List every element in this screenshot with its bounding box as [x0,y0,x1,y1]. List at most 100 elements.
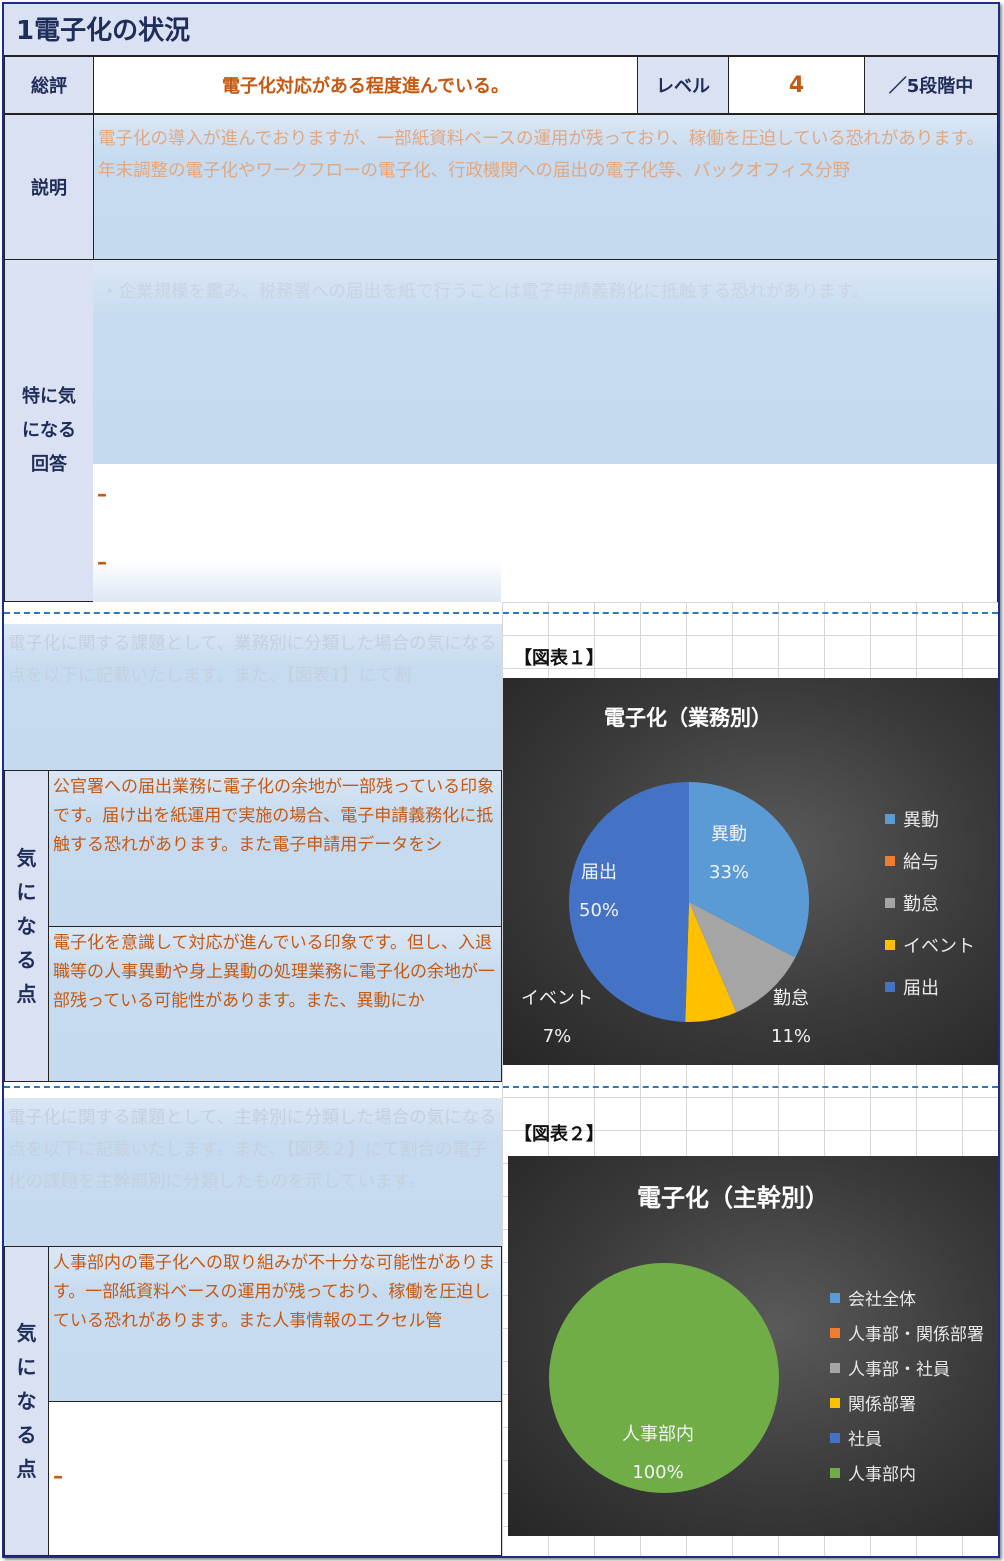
data-label: 勤怠 11% [771,980,811,1056]
owner-intro-text: 電子化に関する課題として、主幹別に分類した場合の気になる点を以下に記載いたします… [8,1108,497,1192]
legend-label: 会社全体 [848,1290,916,1310]
legend-label: イベント [903,936,975,957]
explanation-text: 電子化の導入が進んでおりますが、一部紙資料ベースの運用が残っており、稼働を圧迫し… [98,129,985,181]
data-label: 異動 33% [709,816,749,892]
level-label: レベル [637,56,729,114]
notable-answer-1-text: ・企業規模を鑑み、税務署への届出を紙で行うことは電子申請義務化に抵触する恐れがあ… [101,282,870,302]
data-label-value: 100% [632,1462,684,1483]
legend-label: 人事部・関係部署 [848,1325,984,1345]
notable-answer-1: ・企業規模を鑑み、税務署への届出を紙で行うことは電子申請義務化に抵触する恐れがあ… [93,259,998,465]
legend-item: 関係部署 [830,1390,984,1415]
business-point-1-text: 公官署への届出業務に電子化の余地が一部残っている印象です。届け出を紙運用で実施の… [53,777,495,855]
side-char: 気 [16,846,37,870]
notable-answer-2: – [93,464,998,533]
owner-point-1: 人事部内の電子化への取り組みが不十分な可能性があります。一部紙資料ベースの運用が… [48,1246,502,1402]
legend-label: 給与 [903,852,939,873]
data-label-category: 届出 [581,862,617,883]
separator [4,1086,998,1088]
side-char: に [16,1355,37,1379]
legend-label: 人事部内 [848,1465,916,1485]
legend-swatch [830,1432,840,1443]
legend-swatch [885,982,895,992]
side-char: に [16,880,37,904]
section-title: 1電子化の状況 [16,16,191,46]
notable-label-line: 回答 [31,453,67,475]
business-intro-text: 電子化に関する課題として、業務別に分類した場合の気になる点を以下に記載いたします… [8,634,497,686]
summary-value: 電子化対応がある程度進んでいる。 [93,56,638,114]
level-suffix: ／5段階中 [864,56,998,114]
legend-swatch [830,1292,840,1303]
data-label-value: 7% [542,1026,572,1047]
legend-label: 勤怠 [903,894,939,915]
legend-swatch [830,1467,840,1478]
section-header: 1電子化の状況 [4,4,998,56]
legend-item: イベント [885,932,975,958]
data-label-category: 人事部内 [622,1424,694,1445]
notable-label-line: 特に気 [22,385,76,407]
business-intro-box: 電子化に関する課題として、業務別に分類した場合の気になる点を以下に記載いたします… [4,624,502,770]
data-label: 届出 50% [579,854,619,930]
legend-label: 異動 [903,810,939,831]
notable-answer-3: – [93,532,998,602]
level-value: 4 [728,56,865,114]
data-label-value: 50% [579,900,620,921]
legend-item: 会社全体 [830,1285,984,1310]
owner-intro-box: 電子化に関する課題として、主幹別に分類した場合の気になる点を以下に記載いたします… [4,1098,502,1246]
side-char: る [16,1423,37,1447]
owner-point-2-text: – [53,1464,63,1488]
legend-swatch [885,856,895,866]
legend-item: 届出 [885,974,975,1000]
legend-label: 人事部・社員 [848,1360,950,1380]
side-char: 気 [16,1321,37,1345]
legend-swatch [885,814,895,824]
figure1-label: 【図表１】 [514,648,604,669]
chart-2: 電子化（主幹別） 会社全体 人事部・関係部署 人事部・社員 関係部署 社員 人事部内 人事… [508,1156,998,1536]
legend-label: 社員 [848,1430,882,1450]
separator [4,612,998,614]
legend-item: 人事部内 [830,1460,984,1485]
business-side-label: 気 に な る 点 [4,770,49,1082]
side-char: 点 [16,1457,37,1481]
data-label-value: 11% [771,1026,812,1047]
side-char: 点 [16,982,37,1006]
business-point-2: 電子化を意識して対応が進んでいる印象です。但し、入退職等の人事異動や身上異動の処… [48,926,502,1082]
legend-swatch [830,1362,840,1373]
legend-label: 届出 [903,978,939,999]
legend-item: 人事部・社員 [830,1355,984,1380]
chart-1: 電子化（業務別） 異動 給与 勤怠 イベント 届出 異動 33% 勤怠 11% イベント 7% 届出… [503,678,998,1065]
business-point-1: 公官署への届出業務に電子化の余地が一部残っている印象です。届け出を紙運用で実施の… [48,770,502,927]
legend-swatch [830,1397,840,1408]
legend-item: 社員 [830,1425,984,1450]
explanation-label: 説明 [4,114,94,260]
data-label-value: 33% [709,862,750,883]
data-label-category: 異動 [711,824,747,845]
chart-2-legend: 会社全体人事部・関係部署 人事部・社員 関係部署社員人事部内 [830,1285,984,1485]
legend-swatch [885,898,895,908]
legend-label: 関係部署 [848,1395,916,1415]
data-label: 人事部内 100% [622,1416,694,1492]
chart-1-legend: 異動給与勤怠イベント届出 [885,806,975,1000]
legend-swatch [885,940,895,950]
legend-item: 給与 [885,848,975,874]
summary-label: 総評 [4,56,94,114]
data-label: イベント 7% [521,980,593,1056]
owner-point-2: – [48,1401,502,1556]
business-point-2-text: 電子化を意識して対応が進んでいる印象です。但し、入退職等の人事異動や身上異動の処… [53,933,495,1011]
side-char: な [16,1389,37,1413]
data-label-category: イベント [521,988,593,1009]
figure2-label: 【図表２】 [514,1124,604,1145]
owner-side-label: 気 に な る 点 [4,1246,49,1556]
side-char: る [16,948,37,972]
notable-answers-label: 特に気 になる 回答 [4,259,94,602]
legend-swatch [830,1327,840,1338]
side-char: な [16,914,37,938]
data-label-category: 勤怠 [773,988,809,1009]
legend-item: 人事部・関係部署 [830,1320,984,1345]
explanation-box: 電子化の導入が進んでおりますが、一部紙資料ベースの運用が残っており、稼働を圧迫し… [93,114,998,260]
legend-item: 異動 [885,806,975,832]
notable-answer-3-text: – [97,550,107,574]
notable-label-line: になる [22,419,76,441]
legend-item: 勤怠 [885,890,975,916]
notable-answer-2-text: – [97,482,107,506]
owner-point-1-text: 人事部内の電子化への取り組みが不十分な可能性があります。一部紙資料ベースの運用が… [53,1253,495,1331]
